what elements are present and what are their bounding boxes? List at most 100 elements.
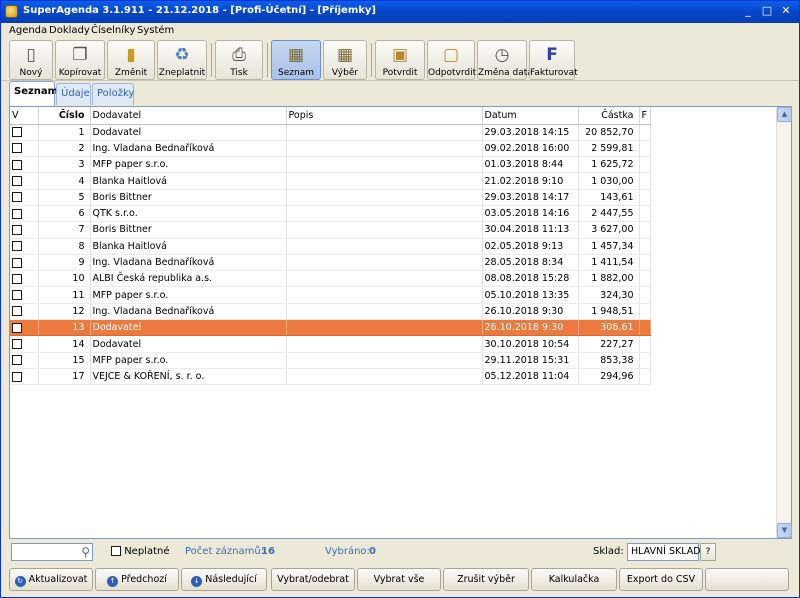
cell-datum[interactable]: 29.03.2018 14:15	[482, 124, 579, 141]
cell-f[interactable]	[639, 319, 651, 337]
cell-popis[interactable]	[286, 140, 483, 158]
cell-dodavatel[interactable]: ALBI Česká republika a.s.	[90, 270, 287, 288]
cell-cislo[interactable]: 9	[38, 254, 91, 272]
cell-popis[interactable]	[286, 368, 483, 386]
cell-cislo[interactable]: 10	[38, 270, 91, 288]
row-checkbox[interactable]	[12, 355, 22, 366]
table-row[interactable]: 9 Ing. Vladana Bednaříková 28.05.2018 8:34…	[10, 254, 651, 272]
cell-cislo[interactable]: 8	[38, 238, 91, 255]
table-row[interactable]: 4 Blanka Haitlová 21.02.2018 9:10 1 030,00	[10, 172, 651, 190]
change-date-button[interactable]: ◷ Změna data	[477, 40, 533, 80]
col-header-dodavatel[interactable]: Dodavatel	[90, 107, 287, 125]
cell-dodavatel[interactable]: Boris Bittner	[90, 189, 287, 206]
cell-cislo[interactable]: 11	[38, 286, 91, 304]
select-view-button[interactable]: ▦ Výběr	[323, 40, 367, 80]
row-checkbox-cell[interactable]	[10, 140, 39, 158]
cell-castka[interactable]: 1 411,54	[578, 254, 640, 272]
row-checkbox[interactable]	[12, 339, 22, 349]
row-checkbox[interactable]	[12, 143, 22, 154]
cell-cislo[interactable]: 6	[38, 205, 91, 223]
cell-castka[interactable]: 1 948,51	[578, 303, 640, 321]
cell-dodavatel[interactable]: QTK s.r.o.	[90, 205, 287, 223]
cell-castka[interactable]: 1 030,00	[578, 172, 640, 190]
invoice-button[interactable]: F Fakturovat	[529, 40, 578, 80]
row-checkbox[interactable]	[12, 159, 22, 170]
table-row[interactable]: 14 Dodavatel 30.10.2018 10:54 227,27	[10, 335, 651, 353]
table-row[interactable]: 13 Dodavatel 26.10.2018 9:30 306,61	[10, 319, 651, 337]
cell-cislo[interactable]: 17	[38, 368, 91, 386]
cell-dodavatel[interactable]: Boris Bittner	[90, 221, 287, 239]
cell-cislo[interactable]: 2	[38, 140, 91, 158]
print-button[interactable]: ⎙ Tisk	[215, 40, 263, 80]
cell-dodavatel[interactable]: Ing. Vladana Bednaříková	[90, 254, 287, 272]
cell-dodavatel[interactable]: MFP paper s.r.o.	[90, 352, 287, 369]
cell-popis[interactable]	[286, 254, 483, 272]
cell-f[interactable]	[639, 140, 651, 158]
cell-dodavatel[interactable]: Blanka Haitlová	[90, 172, 287, 190]
tab-udaje[interactable]: Údaje	[56, 83, 91, 105]
row-checkbox-cell[interactable]	[10, 205, 39, 223]
row-checkbox-cell[interactable]	[10, 238, 39, 255]
cell-cislo[interactable]: 14	[38, 335, 91, 353]
row-checkbox[interactable]	[12, 127, 22, 138]
cell-datum[interactable]: 05.12.2018 11:04	[482, 368, 579, 386]
table-row[interactable]: 17 VEJCE & KOŘENÍ, s. r. o. 05.12.2018 11:…	[10, 368, 651, 386]
row-checkbox-cell[interactable]	[10, 189, 39, 206]
row-checkbox-cell[interactable]	[10, 335, 39, 353]
next-button[interactable]: ↓ Následující	[181, 568, 267, 591]
row-checkbox-cell[interactable]	[10, 156, 39, 174]
col-header-datum[interactable]: Datum	[482, 107, 579, 125]
row-checkbox-cell[interactable]	[10, 172, 39, 190]
cell-popis[interactable]	[286, 286, 483, 304]
cell-dodavatel[interactable]: Dodavatel	[90, 124, 287, 141]
scroll-up-button[interactable]: ▲	[777, 107, 792, 122]
cell-f[interactable]	[639, 238, 651, 255]
row-checkbox-cell[interactable]	[10, 352, 39, 369]
row-checkbox[interactable]	[12, 208, 22, 219]
invalid-filter[interactable]: Neplatné	[111, 546, 170, 557]
maximize-button[interactable]: □	[759, 4, 775, 19]
table-row[interactable]: 6 QTK s.r.o. 03.05.2018 14:16 2 447,55	[10, 205, 651, 223]
warehouse-help-button[interactable]: ?	[700, 543, 716, 561]
cell-popis[interactable]	[286, 319, 483, 337]
invalidate-button[interactable]: ♻ Zneplatnit	[157, 40, 207, 80]
row-checkbox-cell[interactable]	[10, 319, 39, 337]
cell-datum[interactable]: 08.08.2018 15:28	[482, 270, 579, 288]
table-row[interactable]: 11 MFP paper s.r.o. 05.10.2018 13:35 324,30	[10, 286, 651, 304]
cell-castka[interactable]: 306,61	[578, 319, 640, 337]
table-row[interactable]: 10 ALBI Česká republika a.s. 08.08.2018 15…	[10, 270, 651, 288]
col-header-f[interactable]: F	[639, 107, 651, 125]
cell-castka[interactable]: 1 625,72	[578, 156, 640, 174]
edit-button[interactable]: ▮ Změnit	[107, 40, 155, 80]
cell-castka[interactable]: 143,61	[578, 189, 640, 206]
cell-f[interactable]	[639, 205, 651, 223]
cell-popis[interactable]	[286, 172, 483, 190]
cell-popis[interactable]	[286, 189, 483, 206]
search-icon[interactable]: ⚲	[81, 545, 90, 559]
row-checkbox[interactable]	[12, 290, 22, 301]
cell-f[interactable]	[639, 189, 651, 206]
cell-f[interactable]	[639, 335, 651, 353]
cell-f[interactable]	[639, 368, 651, 386]
minimize-button[interactable]: _	[740, 4, 756, 19]
cell-castka[interactable]: 853,38	[578, 352, 640, 369]
cell-popis[interactable]	[286, 270, 483, 288]
cell-dodavatel[interactable]: VEJCE & KOŘENÍ, s. r. o.	[90, 368, 287, 386]
col-header-popis[interactable]: Popis	[286, 107, 483, 125]
toggle-select-button[interactable]: Vybrat/odebrat	[271, 568, 355, 591]
copy-button[interactable]: ❐ Kopírovat	[55, 40, 105, 80]
cell-castka[interactable]: 2 447,55	[578, 205, 640, 223]
cell-castka[interactable]: 1 882,00	[578, 270, 640, 288]
row-checkbox-cell[interactable]	[10, 254, 39, 272]
close-button[interactable]: ✕	[778, 4, 794, 19]
cell-popis[interactable]	[286, 124, 483, 141]
new-button[interactable]: ▯ Nový	[9, 40, 53, 80]
cell-f[interactable]	[639, 172, 651, 190]
row-checkbox-cell[interactable]	[10, 286, 39, 304]
cell-cislo[interactable]: 12	[38, 303, 91, 321]
cell-datum[interactable]: 30.10.2018 10:54	[482, 335, 579, 353]
menu-agenda[interactable]: Agenda	[9, 25, 47, 36]
cell-castka[interactable]: 294,96	[578, 368, 640, 386]
table-row[interactable]: 15 MFP paper s.r.o. 29.11.2018 15:31 853,38	[10, 352, 651, 369]
cell-dodavatel[interactable]: MFP paper s.r.o.	[90, 156, 287, 174]
